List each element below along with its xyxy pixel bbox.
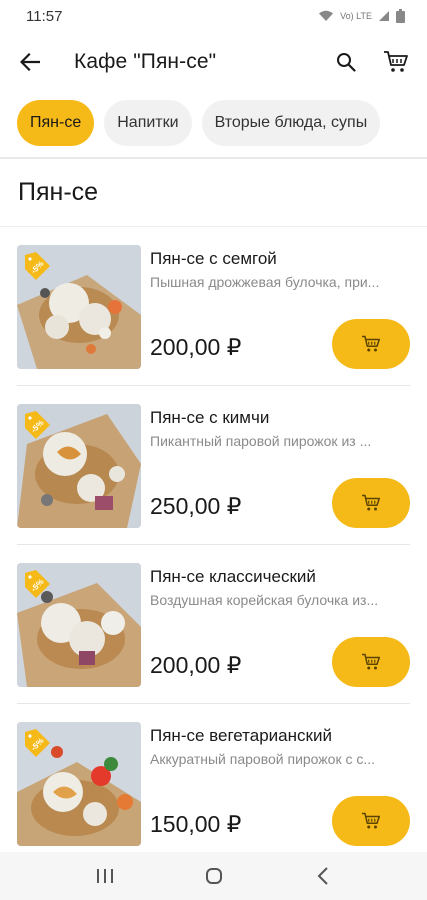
status-time: 11:57: [26, 7, 63, 25]
network-label: Vo) LTE: [340, 11, 372, 21]
cart-icon: [384, 51, 408, 72]
category-chips: Пян-се Напитки Вторые блюда, супы: [0, 100, 427, 146]
status-icons: Vo) LTE: [318, 9, 405, 23]
recent-apps-button[interactable]: [75, 852, 135, 900]
search-icon: [337, 53, 356, 72]
chevron-left-icon: [317, 867, 328, 885]
cart-icon: [362, 812, 380, 829]
product-price: 250,00 ₽: [150, 493, 242, 519]
chip-drinks[interactable]: Напитки: [104, 100, 192, 146]
product-name: Пян-се вегетарианский: [150, 726, 332, 745]
add-to-cart-button[interactable]: [332, 319, 410, 369]
cart-icon: [362, 494, 380, 511]
product-card[interactable]: -5% Пян-се вегетарианский Аккуратный пар…: [17, 722, 410, 849]
cart-icon: [362, 335, 380, 352]
page-title: Кафе "Пян-се": [74, 50, 217, 73]
search-button[interactable]: [321, 32, 371, 92]
cart-button[interactable]: [371, 32, 421, 92]
product-description: Аккуратный паровой пирожок с с...: [150, 751, 376, 767]
cart-icon: [362, 653, 380, 670]
discount-badge-icon: -5%: [25, 570, 50, 598]
chip-pyanse[interactable]: Пян-се: [17, 100, 95, 146]
app-bar: Кафе "Пян-се": [0, 32, 427, 92]
system-back-button[interactable]: [293, 852, 353, 900]
section-title: Пян-се: [18, 178, 99, 206]
item-divider: [17, 385, 410, 386]
signal-icon: [379, 11, 389, 21]
battery-icon: [396, 9, 405, 23]
product-price: 200,00 ₽: [150, 652, 242, 678]
discount-badge-icon: -5%: [25, 729, 50, 757]
product-description: Воздушная корейская булочка из...: [150, 592, 379, 608]
arrow-left-icon: [20, 53, 40, 71]
item-divider: [17, 544, 410, 545]
product-photo: -5%: [17, 563, 141, 687]
system-nav-bar: [0, 852, 427, 900]
product-description: Пикантный паровой пирожок из ...: [150, 433, 372, 449]
discount-badge-icon: -5%: [25, 252, 50, 280]
chips-divider: [0, 157, 427, 159]
add-to-cart-button[interactable]: [332, 796, 410, 846]
wifi-icon: [319, 10, 334, 21]
add-to-cart-button[interactable]: [332, 478, 410, 528]
home-icon: [205, 868, 222, 884]
product-price: 200,00 ₽: [150, 334, 242, 360]
product-name: Пян-се с семгой: [150, 249, 277, 268]
recent-apps-icon: [96, 869, 113, 883]
add-to-cart-button[interactable]: [332, 637, 410, 687]
product-photo: -5%: [17, 245, 141, 369]
chip-main-dishes[interactable]: Вторые блюда, супы: [201, 100, 381, 146]
product-photo: -5%: [17, 404, 141, 528]
product-card[interactable]: -5% Пян-се с семгой Пышная дрожжевая бул…: [17, 245, 410, 372]
product-card[interactable]: -5% Пян-се классический Воздушная корейс…: [17, 563, 410, 690]
section-divider: [0, 226, 427, 227]
back-button[interactable]: [0, 32, 60, 92]
product-name: Пян-се с кимчи: [150, 408, 270, 427]
item-divider: [17, 703, 410, 704]
product-name: Пян-се классический: [150, 567, 316, 586]
discount-badge-icon: -5%: [25, 411, 50, 439]
home-button[interactable]: [184, 852, 244, 900]
status-bar: 11:57 Vo) LTE: [0, 0, 427, 32]
product-card[interactable]: -5% Пян-се с кимчи Пикантный паровой пир…: [17, 404, 410, 531]
product-photo: -5%: [17, 722, 141, 846]
product-price: 150,00 ₽: [150, 811, 242, 837]
product-description: Пышная дрожжевая булочка, при...: [150, 274, 380, 290]
